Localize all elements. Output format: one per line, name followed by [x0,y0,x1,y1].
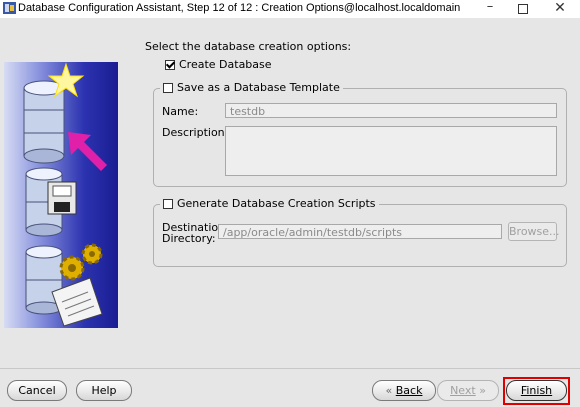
back-button[interactable]: « Back [372,380,436,401]
description-label: Description: [162,126,229,139]
destination-directory-field[interactable]: /app/oracle/admin/testdb/scripts [218,224,502,239]
template-name-field[interactable]: testdb [225,103,557,118]
create-database-label: Create Database [179,58,272,71]
options-heading: Select the database creation options: [145,40,352,53]
gear-icon [59,243,103,281]
checkbox-unchecked-icon [163,198,173,209]
save-template-checkbox[interactable]: Save as a Database Template [160,81,343,94]
browse-button[interactable]: Browse... [508,222,560,241]
template-name-label: Name: [162,105,199,118]
maximize-button[interactable] [508,0,538,18]
floppy-disk-icon [47,181,77,215]
wizard-illustration [4,62,118,328]
help-button[interactable]: Help [76,380,132,401]
checkbox-checked-icon [165,59,175,70]
minimize-button[interactable]: – [475,0,505,18]
cancel-button[interactable]: Cancel [7,380,67,401]
footer-separator [0,368,580,369]
create-database-checkbox[interactable]: Create Database [165,58,272,71]
close-button[interactable]: ✕ [545,0,575,18]
next-button[interactable]: Next » [437,380,499,401]
window-title: Database Configuration Assistant, Step 1… [18,2,461,14]
description-textarea[interactable] [225,126,557,176]
maximize-icon [518,4,528,14]
generate-scripts-checkbox[interactable]: Generate Database Creation Scripts [160,197,379,210]
save-template-label: Save as a Database Template [177,81,340,94]
checkbox-unchecked-icon [163,82,173,93]
generate-scripts-label: Generate Database Creation Scripts [177,197,376,210]
dialog-body: Select the database creation options: Cr… [0,18,580,407]
finish-highlight-box [503,377,570,405]
back-label: Back [395,384,423,397]
app-icon [3,2,16,14]
next-label: Next [450,384,476,397]
arrow-icon [68,132,107,171]
title-bar: Database Configuration Assistant, Step 1… [0,0,580,18]
illustration-graphic [23,62,107,327]
directory-label: Directory: [162,232,216,245]
back-arrow-icon: « [385,384,393,397]
next-arrow-icon: » [479,384,486,397]
